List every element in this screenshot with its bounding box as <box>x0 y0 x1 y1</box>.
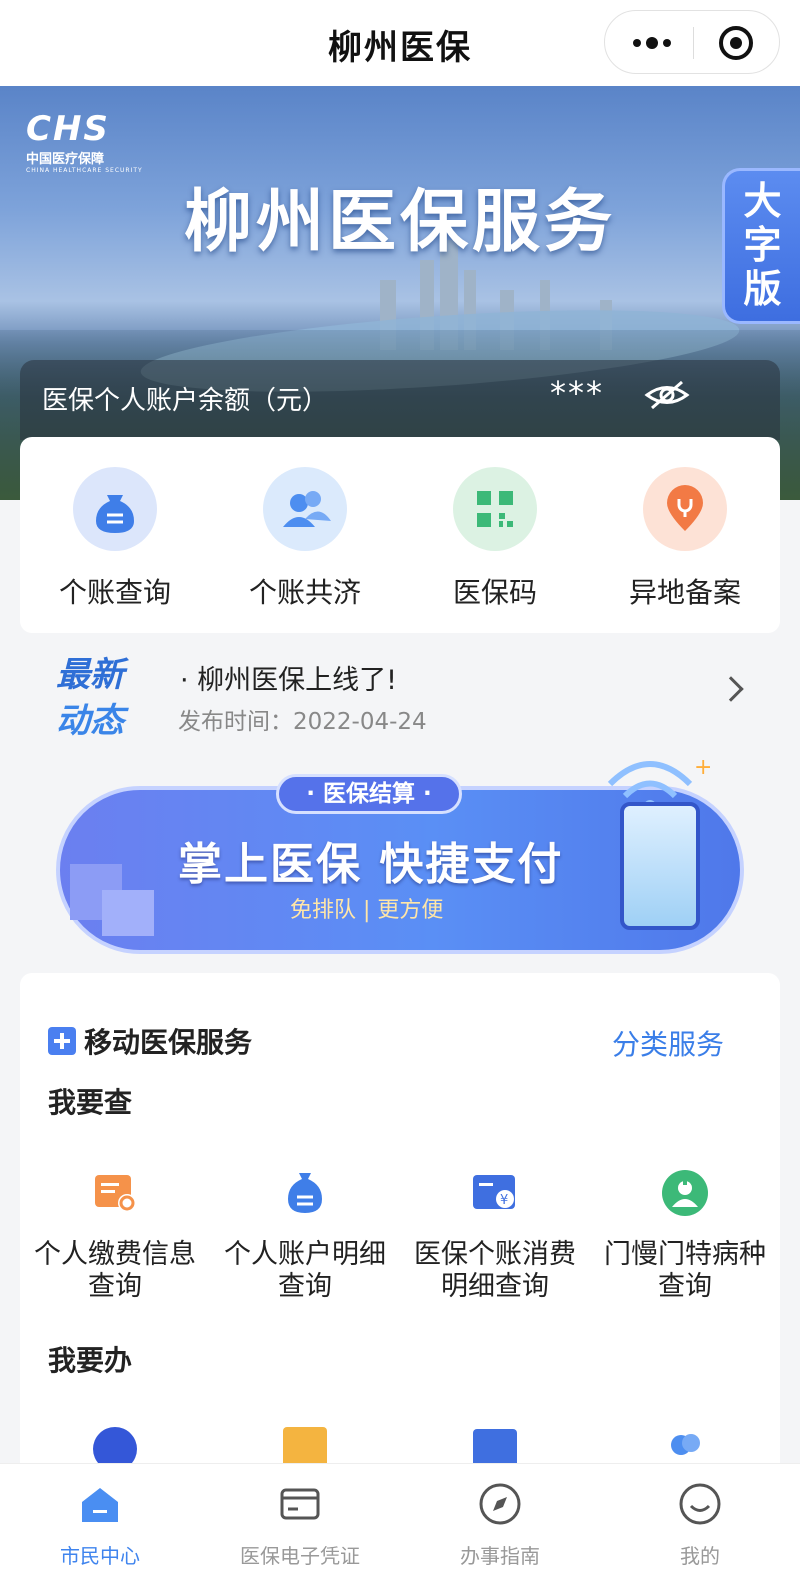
mini-program-capsule <box>604 10 780 74</box>
service-account-detail-query[interactable]: 个人账户明细查询 <box>210 1169 400 1303</box>
more-menu-icon[interactable] <box>627 11 677 75</box>
query-services-grid: 个人缴费信息查询 个人账户明细查询 ¥ 医保个账消费明细查询 门慢门特病种查询 <box>20 1169 780 1303</box>
tab-e-voucher[interactable]: 医保电子凭证 <box>200 1464 400 1583</box>
tab-mine[interactable]: 我的 <box>600 1464 800 1583</box>
tab-label: 市民中心 <box>60 1544 140 1568</box>
promo-subtitle: 免排队 | 更方便 <box>290 898 444 923</box>
quick-item-label: 个账共济 <box>248 576 361 609</box>
money-bag-icon <box>73 467 157 551</box>
card-icon <box>278 1482 322 1526</box>
home-icon <box>78 1482 122 1526</box>
large-font-mode-button[interactable]: 大字版 <box>722 168 800 324</box>
service-label: 门慢门特病种查询 <box>604 1239 766 1302</box>
promo-headline: 掌上医保 快捷支付 <box>178 839 564 890</box>
tab-guide[interactable]: 办事指南 <box>400 1464 600 1583</box>
large-font-label: 大字版 <box>743 179 782 311</box>
bottom-tab-bar: 市民中心 医保电子凭证 办事指南 我的 <box>0 1463 800 1583</box>
phone-illustration <box>620 802 700 930</box>
doctor-icon <box>661 1169 709 1217</box>
quick-item-offsite-filing[interactable]: 异地备案 <box>590 437 780 633</box>
location-pin-icon <box>643 467 727 551</box>
medical-plus-icon <box>48 1027 76 1055</box>
news-date: 发布时间：2022-04-24 <box>178 709 427 735</box>
capsule-divider <box>693 27 694 59</box>
people-icon <box>263 467 347 551</box>
payment-doc-icon <box>91 1169 139 1217</box>
query-section-title: 我要查 <box>48 1086 133 1119</box>
promo-banner[interactable]: + · 医保结算 · 掌上医保 快捷支付 免排队 | 更方便 <box>56 755 744 954</box>
smile-icon <box>678 1482 722 1526</box>
decor-blocks <box>70 864 154 936</box>
promo-tag: · 医保结算 · <box>276 774 462 814</box>
tab-label: 我的 <box>680 1544 720 1568</box>
quick-item-account-share[interactable]: 个账共济 <box>210 437 400 633</box>
mobile-services-card: 移动医保服务 分类服务 我要查 个人缴费信息查询 个人账户明细查询 ¥ 医保个账… <box>20 973 780 1493</box>
money-bag-icon <box>281 1169 329 1217</box>
service-label: 个人缴费信息查询 <box>34 1239 196 1302</box>
handle-section-title: 我要办 <box>48 1344 133 1377</box>
service-consumption-detail-query[interactable]: ¥ 医保个账消费明细查询 <box>400 1169 590 1303</box>
top-nav-bar: 柳州医保 <box>0 0 800 86</box>
svg-text:¥: ¥ <box>500 1193 508 1208</box>
service-label: 医保个账消费明细查询 <box>414 1239 576 1302</box>
service-chronic-disease-query[interactable]: 门慢门特病种查询 <box>590 1169 780 1303</box>
balance-value: *** <box>550 374 604 412</box>
tab-label: 办事指南 <box>460 1544 540 1568</box>
tab-citizen-center[interactable]: 市民中心 <box>0 1464 200 1583</box>
quick-item-label: 医保码 <box>452 576 537 609</box>
quick-item-insurance-code[interactable]: 医保码 <box>400 437 590 633</box>
service-payment-info-query[interactable]: 个人缴费信息查询 <box>20 1169 210 1303</box>
eye-hidden-icon[interactable] <box>644 378 690 412</box>
qr-code-icon <box>453 467 537 551</box>
quick-actions-card: 个账查询 个账共济 医保码 异地备案 <box>20 437 780 633</box>
account-balance-bar: 医保个人账户余额（元） *** <box>20 360 780 440</box>
yuan-card-icon: ¥ <box>471 1169 519 1217</box>
balance-label: 医保个人账户余额（元） <box>42 386 329 416</box>
quick-item-label: 异地备案 <box>628 576 741 609</box>
service-label: 个人账户明细查询 <box>224 1239 386 1302</box>
news-tag: 最新 动态 <box>56 655 124 741</box>
category-services-link[interactable]: 分类服务 <box>612 1023 724 1063</box>
tab-label: 医保电子凭证 <box>240 1544 360 1568</box>
chs-logo: CHS 中国医疗保障 CHINA HEALTHCARE SECURITY <box>26 109 143 174</box>
quick-item-account-query[interactable]: 个账查询 <box>20 437 210 633</box>
compass-icon <box>478 1482 522 1526</box>
close-target-icon[interactable] <box>719 26 753 60</box>
news-title: · 柳州医保上线了! <box>180 665 397 696</box>
svg-text:+: + <box>694 755 710 780</box>
chevron-right-icon <box>718 676 744 702</box>
banner-title: 柳州医保服务 <box>183 183 616 262</box>
quick-item-label: 个账查询 <box>58 576 171 609</box>
services-title: 移动医保服务 <box>48 1021 252 1061</box>
news-ticker[interactable]: 最新 动态 · 柳州医保上线了! 发布时间：2022-04-24 <box>20 640 780 750</box>
